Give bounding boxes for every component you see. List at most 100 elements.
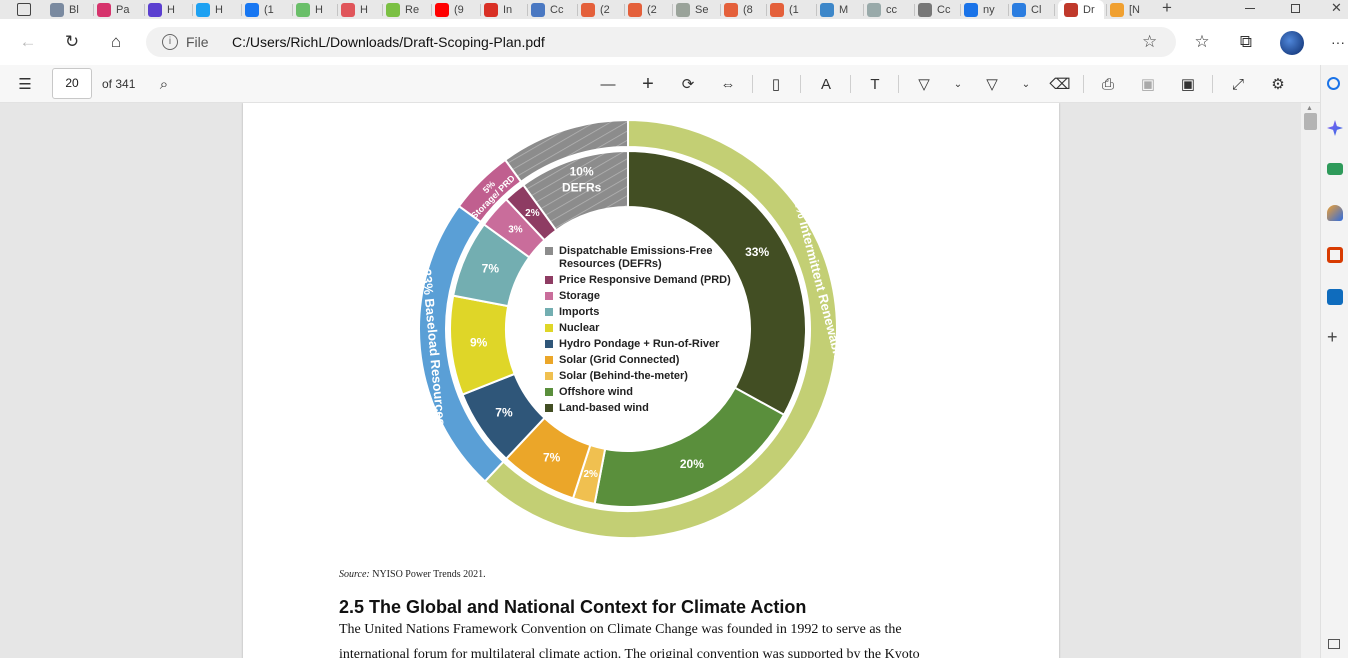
highlight-icon[interactable]: ▽ (981, 73, 1003, 95)
browser-tab[interactable]: H (296, 0, 340, 19)
fit-page-icon[interactable]: ⇔ (717, 73, 739, 95)
browser-tab[interactable]: H (341, 0, 385, 19)
browser-tab[interactable]: ny (964, 0, 1008, 19)
profile-avatar[interactable] (1280, 31, 1304, 55)
tab-label: ny (983, 3, 995, 16)
rotate-icon[interactable]: ⟳ (677, 73, 699, 95)
tab-divider (1008, 4, 1009, 16)
save-as-icon[interactable]: ▣ (1177, 73, 1199, 95)
t-logo-icon (148, 2, 162, 17)
gmail-icon (484, 2, 498, 17)
page-number-input[interactable]: 20 (52, 68, 92, 99)
outlook-icon[interactable] (1327, 289, 1343, 305)
home-button[interactable]: ⌂ (104, 30, 128, 54)
browser-tab[interactable]: Cl (1012, 0, 1056, 19)
read-aloud-icon[interactable]: A (815, 73, 837, 95)
youtube-icon (435, 2, 449, 17)
tab-label: cc (886, 3, 897, 16)
browser-tab[interactable]: (9 (435, 0, 479, 19)
print-icon[interactable]: ⎙ (1097, 73, 1119, 95)
save-icon[interactable]: ▣ (1137, 73, 1159, 95)
add-sidebar-app-icon[interactable]: + (1327, 327, 1338, 348)
browser-tab[interactable]: Cc (531, 0, 575, 19)
minimize-button[interactable] (1245, 8, 1255, 9)
find-icon[interactable]: ⌕ (153, 73, 175, 95)
restore-button[interactable] (1291, 4, 1300, 13)
tab-divider (382, 4, 383, 16)
toolbar-divider (898, 75, 899, 93)
draw-icon[interactable]: ▽ (913, 73, 935, 95)
draw-options-chevron-icon[interactable]: ⌄ (947, 73, 969, 95)
browser-tab[interactable]: cc (867, 0, 911, 19)
more-menu-icon[interactable]: ··· (1326, 30, 1348, 54)
browser-tab[interactable]: Pa (97, 0, 141, 19)
tab-actions-icon[interactable] (17, 3, 31, 16)
browser-tab[interactable]: (1 (770, 0, 814, 19)
tumblr-icon (581, 2, 595, 17)
close-window-button[interactable]: ✕ (1331, 0, 1342, 16)
outlook-icon (820, 2, 834, 17)
legend-item: Dispatchable Emissions-Free Resources (D… (545, 245, 765, 271)
tab-strip: Bl Pa H H (1 H H Re (9 In Cc (2 (2 Se (8 (1 Mcc Cc ny Cl Dr ✕… (0, 0, 1348, 19)
erase-icon[interactable]: ⌫ (1049, 73, 1071, 95)
tab-label: (9 (454, 3, 464, 16)
browser-tab[interactable]: Bl (50, 0, 94, 19)
browser-tab[interactable]: In (484, 0, 528, 19)
new-tab-button[interactable]: + (1162, 0, 1172, 18)
url-text[interactable]: C:/Users/RichL/Downloads/Draft-Scoping-P… (232, 34, 545, 50)
pdf-viewer[interactable]: 33% 20% 2% 7% 7% 9% 7% 3% 2% 10% DEFRs 62% Intermit… (0, 103, 1320, 658)
browser-tab[interactable]: Dr ✕ (1058, 0, 1104, 19)
address-field[interactable]: i File C:/Users/RichL/Downloads/Draft-Sc… (146, 27, 1176, 57)
back-button[interactable]: ← (16, 30, 40, 54)
browser-tab[interactable]: Se (676, 0, 720, 19)
copilot-sparkle-icon[interactable] (1327, 120, 1343, 136)
data-label: 2% (525, 208, 540, 219)
legend-swatch (545, 324, 553, 332)
favorites-icon[interactable]: ☆ (1190, 30, 1214, 54)
page-view-icon[interactable]: ▯ (765, 73, 787, 95)
browser-tab[interactable]: H (148, 0, 192, 19)
highlight-options-chevron-icon[interactable]: ⌄ (1015, 73, 1037, 95)
zoom-out-icon[interactable]: — (597, 73, 619, 95)
browser-tab[interactable]: (2 (628, 0, 672, 19)
text-box-icon[interactable]: T (864, 73, 886, 95)
pdf-page: 33% 20% 2% 7% 7% 9% 7% 3% 2% 10% DEFRs 62% Intermit… (243, 103, 1059, 658)
search-icon[interactable] (1327, 77, 1340, 90)
shopping-icon[interactable] (1327, 163, 1343, 175)
tab-label: (8 (743, 3, 753, 16)
scroll-up-arrow-icon[interactable]: ▲ (1306, 105, 1313, 112)
data-label: 7% (543, 450, 561, 464)
add-favorite-icon[interactable]: ☆ (1142, 32, 1157, 52)
browser-tab[interactable]: Cc (918, 0, 962, 19)
legend-swatch (545, 292, 553, 300)
office-icon[interactable] (1327, 247, 1343, 263)
zoom-in-icon[interactable]: + (637, 73, 659, 95)
legend-item: Imports (545, 306, 765, 319)
people-icon[interactable] (1327, 205, 1343, 221)
refresh-button[interactable]: ↻ (60, 30, 84, 54)
tab-divider (292, 4, 293, 16)
data-label: 7% (495, 405, 513, 419)
legend-label: Land-based wind (559, 402, 649, 414)
vertical-scrollbar[interactable]: ▲ (1301, 103, 1320, 658)
close-tab-icon[interactable]: ✕ (1103, 4, 1104, 15)
browser-tab[interactable]: (8 (724, 0, 768, 19)
browser-tab[interactable]: (2 (581, 0, 625, 19)
tab-divider (337, 4, 338, 16)
browser-tab[interactable]: [N (1110, 0, 1154, 19)
table-of-contents-icon[interactable]: ☰ (14, 73, 36, 95)
browser-tab[interactable]: M (820, 0, 864, 19)
tab-divider (816, 4, 817, 16)
browser-tab[interactable]: H (196, 0, 240, 19)
facebook-icon (245, 2, 259, 17)
sidebar-settings-icon[interactable] (1328, 639, 1340, 649)
scrollbar-thumb[interactable] (1304, 113, 1317, 130)
browser-tab[interactable]: (1 (245, 0, 289, 19)
data-label: 9% (470, 335, 488, 349)
info-icon[interactable]: i (162, 34, 178, 50)
browser-tab[interactable]: Re (386, 0, 430, 19)
collections-icon[interactable]: ⧉ (1234, 30, 1258, 54)
settings-gear-icon[interactable]: ⚙ (1267, 73, 1289, 95)
fullscreen-icon[interactable]: ⤢ (1227, 73, 1249, 95)
tab-divider (577, 4, 578, 16)
